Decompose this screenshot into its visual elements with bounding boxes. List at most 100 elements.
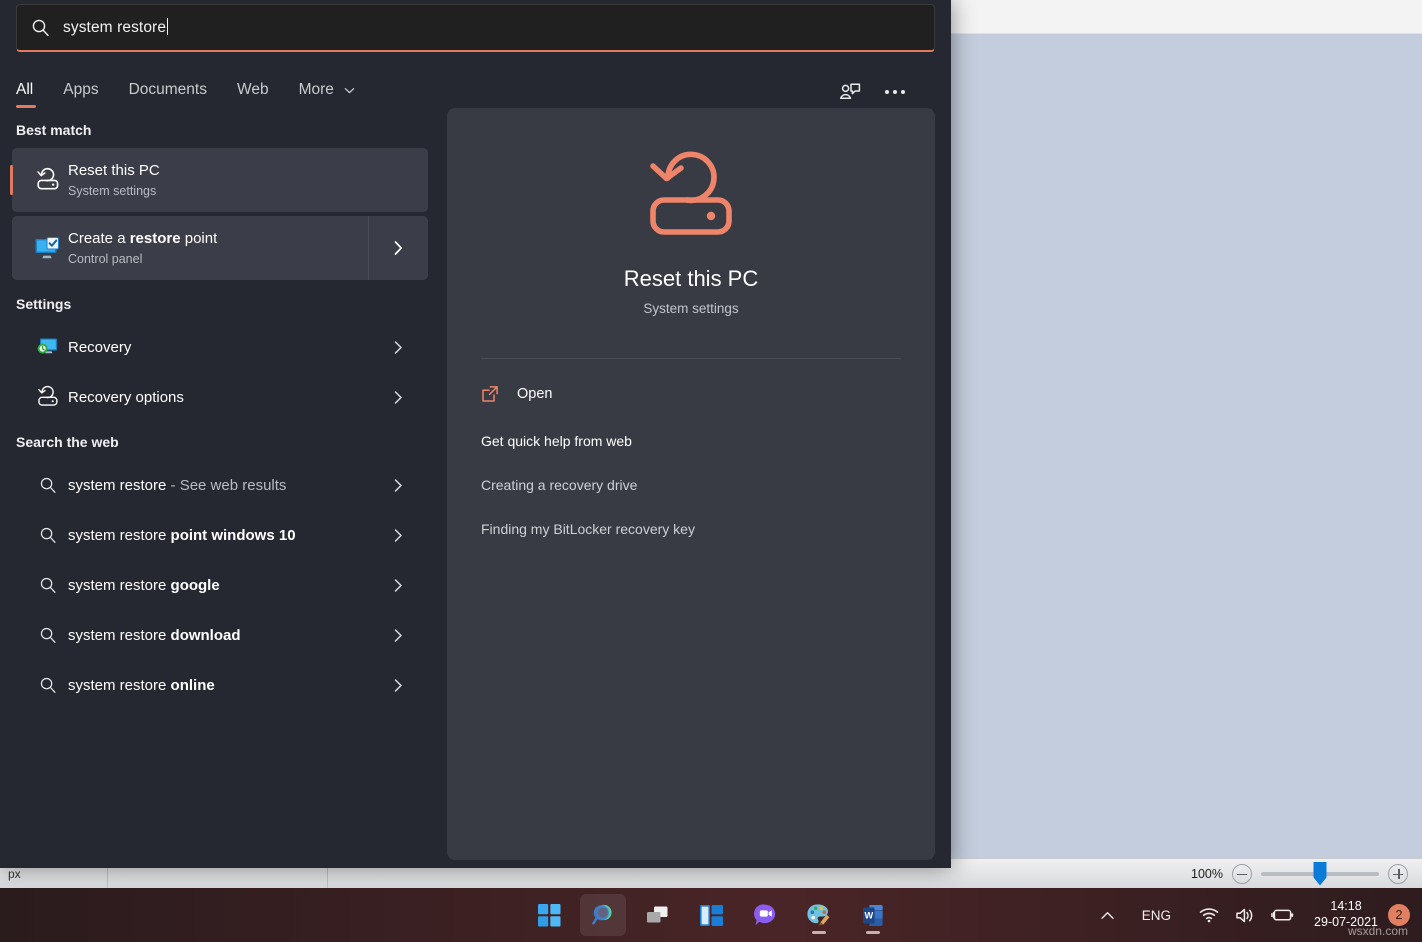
list-item-label: Recovery [68,339,368,356]
result-text: Reset this PC System settings [68,161,368,200]
language-indicator[interactable]: ENG [1128,908,1185,923]
tab-web-label: Web [237,81,269,98]
recovery-options-icon [28,385,68,409]
tab-all[interactable]: All [16,81,33,108]
search-icon [28,526,68,544]
restore-point-monitor-icon [28,235,68,261]
tab-documents[interactable]: Documents [129,81,207,108]
list-item-recovery-options[interactable]: Recovery options [12,372,428,422]
preview-title: Reset this PC [481,266,901,292]
result-text: Create a restore point Control panel [68,229,368,268]
reset-pc-large-icon [481,148,901,244]
search-icon [28,676,68,694]
tab-apps-label: Apps [63,81,98,98]
web-suggestion-3[interactable]: system restore download [12,610,428,660]
wifi-icon [1199,907,1219,923]
taskbar-item-start[interactable] [526,894,572,936]
chevron-right-icon[interactable] [368,216,428,280]
zoom-percent-label: 100% [1189,867,1223,881]
web-suggestion-query: system restore [68,527,171,544]
text-caret [167,18,168,35]
list-item-label: Recovery options [68,389,368,406]
taskbar-item-widgets[interactable] [688,894,734,936]
web-suggestion-label: system restore google [68,577,368,594]
result-subtitle: System settings [68,183,368,199]
chevron-right-icon[interactable] [368,679,428,692]
notification-badge[interactable]: 2 [1388,904,1410,926]
tab-apps[interactable]: Apps [63,81,98,108]
web-suggestion-label: system restore - See web results [68,477,368,494]
word-icon: W [862,903,885,928]
search-tabs: All Apps Documents Web More [16,81,355,108]
battery-charging-icon [1271,908,1294,922]
list-item-recovery[interactable]: Recovery [12,322,428,372]
tab-web[interactable]: Web [237,81,269,108]
volume-icon [1235,907,1255,924]
search-icon [31,18,50,37]
zoom-in-icon[interactable] [1388,864,1408,884]
paint-palette-icon [806,903,832,927]
web-suggestion-1[interactable]: system restore point windows 10 [12,510,428,560]
web-help-link-1[interactable]: Finding my BitLocker recovery key [481,521,901,537]
selection-indicator [10,165,13,195]
ellipsis-icon[interactable] [885,90,905,94]
web-suggestion-0[interactable]: system restore - See web results [12,460,428,510]
chevron-right-icon[interactable] [368,391,428,404]
chevron-up-icon[interactable] [1087,911,1128,920]
taskbar-item-word[interactable]: W [850,894,896,936]
result-create-restore-point[interactable]: Create a restore point Control panel [12,216,428,280]
taskbar: W ENG [0,888,1422,942]
web-suggestion-label: system restore point windows 10 [68,527,368,544]
taskbar-item-paint[interactable] [796,894,842,936]
web-suggestion-query: system restore [68,677,171,694]
chevron-right-icon[interactable] [368,579,428,592]
web-suggestion-completion: online [171,677,215,694]
section-header-settings: Settings [0,284,440,322]
zoom-control[interactable]: 100% [1189,864,1422,884]
taskbar-item-search[interactable] [580,894,626,936]
zoom-slider-thumb[interactable] [1314,862,1327,886]
chevron-down-icon [344,87,355,94]
web-suggestion-completion: download [171,627,241,644]
watermark: wsxdn.com [1348,924,1408,938]
result-reset-this-pc[interactable]: Reset this PC System settings [12,148,428,212]
search-icon [28,626,68,644]
web-suggestion-completion: point windows 10 [171,527,296,544]
tab-more-label: More [299,81,334,98]
reset-pc-icon [28,167,68,193]
widgets-icon [699,904,724,927]
tray-quick-settings[interactable] [1185,907,1308,924]
search-results-list: Best match Reset this PC System sett [0,108,440,868]
taskbar-item-chat[interactable] [742,894,788,936]
status-units-label: px [8,867,21,881]
taskbar-active-indicator [812,931,826,934]
web-help-link-0[interactable]: Creating a recovery drive [481,477,901,493]
web-suggestion-2[interactable]: system restore google [12,560,428,610]
svg-text:W: W [864,910,873,920]
web-suggestion-4[interactable]: system restore online [12,660,428,710]
chevron-right-icon[interactable] [368,529,428,542]
open-button[interactable]: Open [481,385,901,403]
zoom-out-icon[interactable] [1232,864,1252,884]
chevron-right-icon[interactable] [368,629,428,642]
zoom-slider-track[interactable] [1261,872,1379,876]
result-preview-pane: Reset this PC System settings Open Ge [447,108,935,860]
ellipsis-dot [885,90,889,94]
taskbar-item-task-view[interactable] [634,894,680,936]
section-header-search-the-web: Search the web [0,422,440,460]
result-title-post: point [181,230,218,247]
search-flyout-panel: system restore All Apps Documents Web [0,0,951,868]
chat-teams-icon [753,903,778,927]
search-tab-actions [839,82,935,108]
search-icon [28,576,68,594]
ellipsis-dot [893,90,897,94]
tab-more[interactable]: More [299,81,356,108]
feedback-person-chat-icon[interactable] [839,82,861,102]
chevron-right-icon[interactable] [368,479,428,492]
search-content-panes: Best match Reset this PC System sett [0,108,951,868]
search-box-container: system restore [0,0,951,52]
chevron-right-icon[interactable] [368,341,428,354]
search-input[interactable]: system restore [16,4,935,52]
open-external-icon [481,385,499,403]
section-header-best-match: Best match [0,108,440,148]
